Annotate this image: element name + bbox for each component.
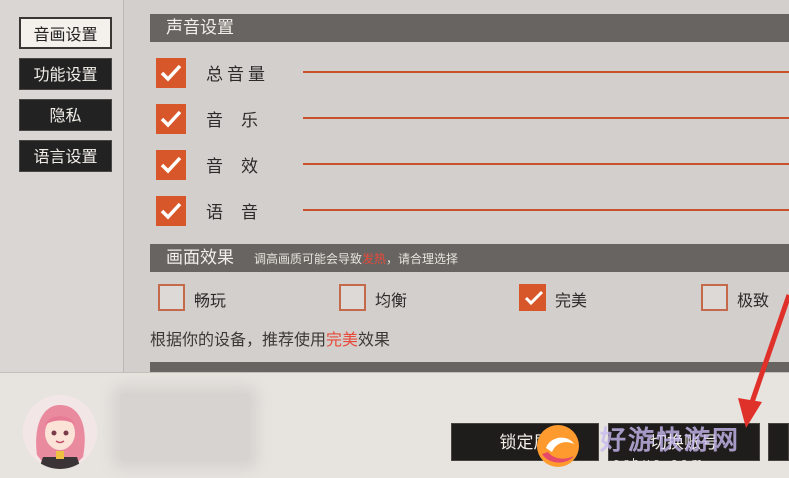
voice-volume-checkbox[interactable] — [156, 196, 186, 226]
voice-volume-label: 语音 — [206, 203, 276, 223]
recommend-text-end: 效果 — [358, 330, 391, 349]
quality-perfect-label: 完美 — [555, 291, 588, 310]
volume-row-music: 音乐 — [150, 102, 789, 134]
watermark-logo-icon — [537, 425, 579, 467]
checkmark-icon — [524, 290, 544, 306]
checkmark-icon — [160, 156, 182, 174]
recommend-highlight: 完美 — [326, 330, 359, 349]
quality-ultimate-checkbox[interactable] — [701, 284, 728, 311]
recommend-text: 根据你的设备，推荐使用 — [150, 330, 327, 349]
music-volume-checkbox[interactable] — [156, 104, 186, 134]
master-volume-checkbox[interactable] — [156, 58, 186, 88]
sfx-volume-checkbox[interactable] — [156, 150, 186, 180]
quality-balanced-label: 均衡 — [375, 291, 408, 310]
voice-volume-slider[interactable] — [303, 209, 789, 211]
sidebar-item-privacy[interactable]: 隐私 — [19, 99, 112, 131]
sfx-volume-slider[interactable] — [303, 163, 789, 165]
volume-row-sfx: 音效 — [150, 148, 789, 180]
watermark-url: horhys.com — [602, 456, 707, 469]
checkmark-icon — [160, 202, 182, 220]
checkmark-icon — [160, 110, 182, 128]
graphics-hint-highlight: 发热 — [362, 252, 387, 266]
avatar[interactable] — [23, 395, 97, 469]
checkmark-icon — [160, 64, 182, 82]
music-volume-label: 音乐 — [206, 111, 276, 131]
next-section-header — [150, 362, 789, 372]
settings-panel: 声音设置 总音量 音乐 音效 语音 画面效果 调高画质可能会导致发热，请合理选择 … — [150, 0, 789, 372]
master-volume-slider[interactable] — [303, 71, 789, 73]
graphics-section-header: 画面效果 调高画质可能会导致发热，请合理选择 — [150, 244, 789, 272]
quality-recommendation: 根据你的设备，推荐使用完美效果 — [150, 326, 390, 350]
quality-balanced-checkbox[interactable] — [339, 284, 366, 311]
sound-section-header: 声音设置 — [150, 14, 789, 42]
music-volume-slider[interactable] — [303, 117, 789, 119]
graphics-hint-text: 调高画质可能会导致 — [254, 252, 363, 266]
watermark: 好游快游网 horhys.com — [528, 418, 789, 477]
character-portrait-icon — [23, 395, 97, 469]
graphics-hint: 调高画质可能会导致发热，请合理选择 — [254, 252, 458, 266]
volume-row-voice: 语音 — [150, 194, 789, 226]
quality-smooth-checkbox[interactable] — [158, 284, 185, 311]
settings-sidebar: 音画设置 功能设置 隐私 语言设置 — [0, 0, 124, 372]
graphics-hint-text-end: ，请合理选择 — [386, 252, 459, 266]
quality-smooth-label: 畅玩 — [194, 291, 227, 310]
watermark-text: 好游快游网 — [600, 426, 741, 456]
red-arrow-icon — [738, 294, 789, 428]
sound-section-title: 声音设置 — [166, 18, 234, 38]
player-info-blurred — [120, 393, 250, 461]
graphics-section-title: 画面效果 — [166, 248, 234, 268]
sidebar-item-language[interactable]: 语言设置 — [19, 140, 112, 172]
sidebar-item-audio-video[interactable]: 音画设置 — [19, 17, 112, 49]
volume-row-master: 总音量 — [150, 56, 789, 88]
sidebar-item-functions[interactable]: 功能设置 — [19, 58, 112, 90]
master-volume-label: 总音量 — [206, 65, 269, 85]
sfx-volume-label: 音效 — [206, 157, 276, 177]
quality-perfect-checkbox[interactable] — [519, 284, 546, 311]
